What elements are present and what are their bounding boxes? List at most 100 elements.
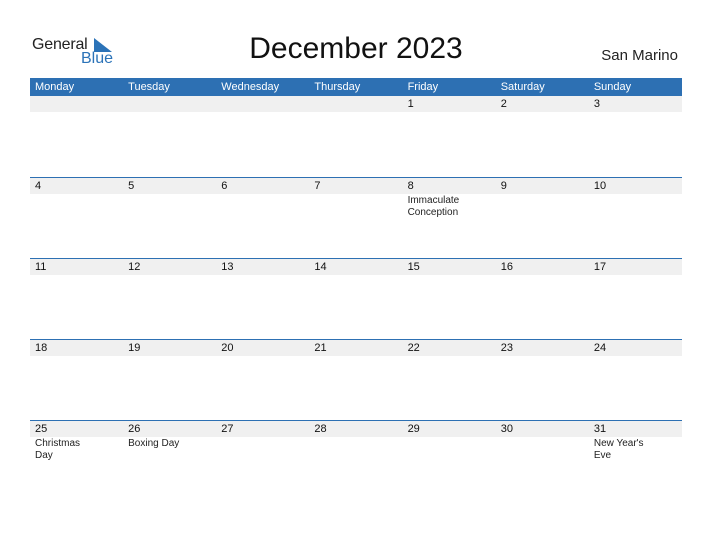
day-cell: 26 Boxing Day xyxy=(123,421,217,501)
day-cell: 22 xyxy=(402,340,496,420)
day-number: 21 xyxy=(309,340,403,356)
day-cell: 23 xyxy=(495,340,589,420)
day-number: 27 xyxy=(216,421,310,437)
holiday-label xyxy=(589,112,659,113)
day-number: 6 xyxy=(216,178,310,194)
holiday-label xyxy=(496,194,566,195)
holiday-label xyxy=(309,356,379,357)
day-cell: 21 xyxy=(309,340,403,420)
holiday-label xyxy=(123,275,193,276)
holiday-label xyxy=(309,275,379,276)
week-row: 18 19 20 21 22 23 24 xyxy=(30,339,682,420)
day-number: 11 xyxy=(30,259,124,275)
holiday-label xyxy=(589,356,659,357)
day-cell: 24 xyxy=(588,340,682,420)
day-number: 1 xyxy=(402,96,496,112)
day-number: 26 xyxy=(123,421,217,437)
holiday-label xyxy=(403,112,473,113)
holiday-label: Christmas Day xyxy=(35,438,81,461)
day-cell: 5 xyxy=(123,178,217,258)
weekday-wednesday: Wednesday xyxy=(221,81,280,93)
holiday-label: Immaculate Conception xyxy=(407,195,460,218)
day-cell: 7 xyxy=(309,178,403,258)
week-row: 11 12 13 14 15 16 17 xyxy=(30,258,682,339)
holiday-label xyxy=(216,112,286,113)
day-number: 18 xyxy=(30,340,124,356)
holiday-label xyxy=(309,437,379,438)
day-cell: 4 xyxy=(30,178,124,258)
day-cell: 18 xyxy=(30,340,124,420)
day-number: 19 xyxy=(123,340,217,356)
holiday-label xyxy=(30,112,100,113)
holiday-label xyxy=(589,275,659,276)
weekday-friday: Friday xyxy=(407,81,439,93)
day-cell: 11 xyxy=(30,259,124,339)
day-number xyxy=(216,96,310,112)
holiday-label xyxy=(216,275,286,276)
day-cell: 6 xyxy=(216,178,310,258)
day-cell: 20 xyxy=(216,340,310,420)
holiday-label xyxy=(496,356,566,357)
day-cell: 1 xyxy=(402,96,496,177)
day-cell: 2 xyxy=(495,96,589,177)
holiday-label xyxy=(30,356,100,357)
holiday-label xyxy=(123,112,193,113)
day-number: 13 xyxy=(216,259,310,275)
day-number: 24 xyxy=(588,340,682,356)
holiday-label: New Year's Eve xyxy=(593,438,644,461)
weekday-header: Monday Tuesday Wednesday Thursday Friday… xyxy=(30,78,682,96)
holiday-label xyxy=(216,194,286,195)
holiday-label xyxy=(496,437,566,438)
day-number: 9 xyxy=(495,178,589,194)
holiday-label xyxy=(403,356,473,357)
day-number: 31 xyxy=(588,421,682,437)
day-cell: 14 xyxy=(309,259,403,339)
holiday-label xyxy=(309,194,379,195)
day-number: 12 xyxy=(123,259,217,275)
day-number: 22 xyxy=(402,340,496,356)
country-label: San Marino xyxy=(601,47,678,64)
day-cell: 13 xyxy=(216,259,310,339)
weekday-thursday: Thursday xyxy=(314,81,361,93)
day-number: 8 xyxy=(402,178,496,194)
holiday-label xyxy=(403,437,473,438)
day-number: 2 xyxy=(495,96,589,112)
holiday-label xyxy=(123,356,193,357)
day-number xyxy=(30,96,124,112)
day-cell: 27 xyxy=(216,421,310,501)
day-cell: 15 xyxy=(402,259,496,339)
day-cell xyxy=(309,96,403,177)
holiday-label xyxy=(496,275,566,276)
day-number: 3 xyxy=(588,96,682,112)
day-cell: 30 xyxy=(495,421,589,501)
day-cell: 16 xyxy=(495,259,589,339)
holiday-label xyxy=(589,194,659,195)
day-cell xyxy=(123,96,217,177)
day-cell: 17 xyxy=(588,259,682,339)
holiday-label xyxy=(403,275,473,276)
day-cell: 25 Christmas Day xyxy=(30,421,124,501)
day-number: 17 xyxy=(588,259,682,275)
day-cell: 3 xyxy=(588,96,682,177)
day-number: 10 xyxy=(588,178,682,194)
day-number: 15 xyxy=(402,259,496,275)
day-cell: 8 Immaculate Conception xyxy=(402,178,496,258)
holiday-label xyxy=(216,437,286,438)
day-number: 30 xyxy=(495,421,589,437)
holiday-label: Boxing Day xyxy=(128,438,180,449)
day-cell: 9 xyxy=(495,178,589,258)
day-cell xyxy=(216,96,310,177)
holiday-label xyxy=(496,112,566,113)
weekday-tuesday: Tuesday xyxy=(128,81,170,93)
day-cell: 29 xyxy=(402,421,496,501)
holiday-label xyxy=(309,112,379,113)
day-number: 5 xyxy=(123,178,217,194)
holiday-label xyxy=(30,194,100,195)
day-number xyxy=(309,96,403,112)
week-row: 25 Christmas Day 26 Boxing Day 27 28 29 30 31 New… xyxy=(30,420,682,501)
week-row: 4 5 6 7 8 Immaculate Conception 9 10 xyxy=(30,177,682,258)
weeks-container: 1 2 3 4 5 6 7 8 Immaculate Conception 9 10 11 12 13 14… xyxy=(30,96,682,501)
weekday-saturday: Saturday xyxy=(500,81,545,93)
day-number: 16 xyxy=(495,259,589,275)
day-number xyxy=(123,96,217,112)
